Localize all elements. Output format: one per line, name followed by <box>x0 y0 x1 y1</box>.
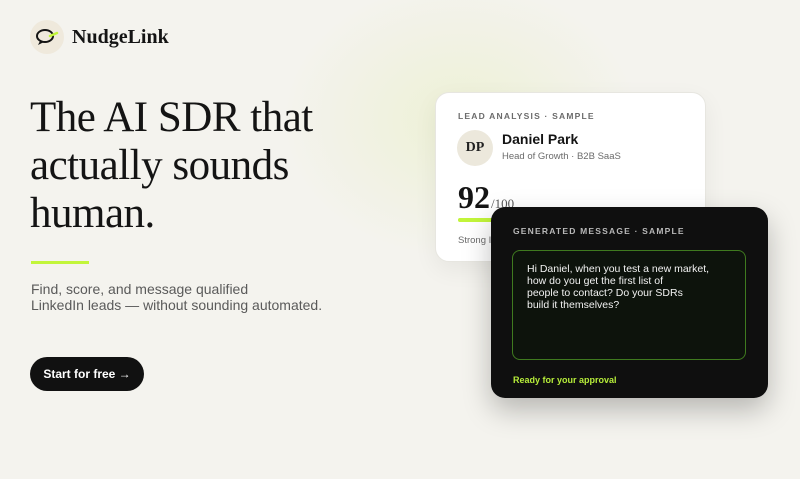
generated-message-card: GENERATED MESSAGE · SAMPLE Hi Daniel, wh… <box>491 207 768 398</box>
lead-card-label: LEAD ANALYSIS · SAMPLE <box>458 111 595 121</box>
subhead-line: LinkedIn leads — without sounding automa… <box>31 297 323 313</box>
score-value: 92 <box>458 179 490 215</box>
brand-logo[interactable]: NudgeLink <box>30 20 169 54</box>
hero-headline: The AI SDR that actually sounds human. <box>30 94 370 238</box>
headline-line: actually sounds <box>30 142 289 189</box>
start-for-free-button[interactable]: Start for free → <box>30 357 144 391</box>
score-status: Strong I <box>458 235 492 246</box>
headline-line: The AI SDR that <box>30 94 313 141</box>
headline-line: human. <box>30 190 155 237</box>
brand-name: NudgeLink <box>72 25 169 48</box>
lead-name: Daniel Park <box>502 131 579 147</box>
message-line: people to contact? Do your SDRs <box>527 287 683 299</box>
message-card-label: GENERATED MESSAGE · SAMPLE <box>513 226 685 236</box>
chat-bubble-icon <box>30 20 64 54</box>
hero-subhead: Find, score, and message qualified Linke… <box>31 281 351 313</box>
message-line: how do you get the first list of <box>527 275 663 287</box>
avatar: DP <box>457 130 493 166</box>
accent-divider <box>31 261 89 264</box>
approval-status: Ready for your approval <box>513 375 617 385</box>
message-text-box[interactable]: Hi Daniel, when you test a new market, h… <box>512 250 746 360</box>
subhead-line: Find, score, and message qualified <box>31 281 249 297</box>
message-line: Hi Daniel, when you test a new market, <box>527 263 710 275</box>
message-line: build it themselves? <box>527 299 620 311</box>
lead-title: Head of Growth · B2B SaaS <box>502 151 621 162</box>
